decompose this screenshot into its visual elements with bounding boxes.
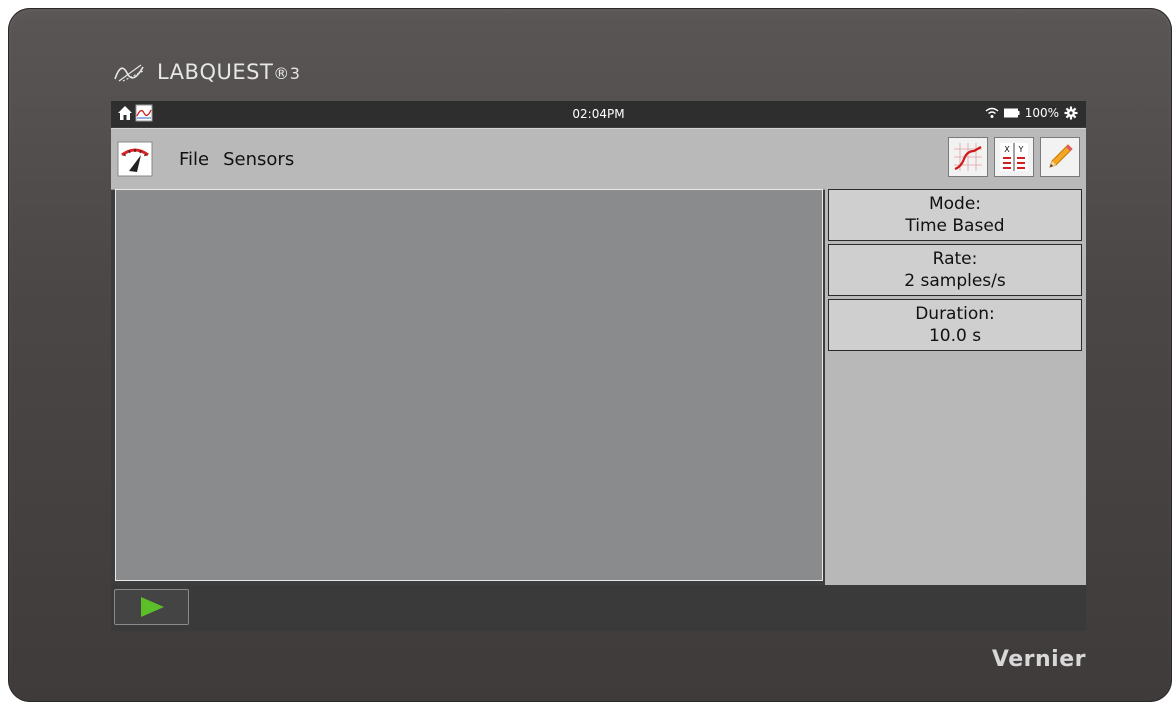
status-bar: 02:04PM 100% [111, 101, 1086, 127]
duration-value: 10.0 s [928, 326, 982, 346]
table-view-icon: X Y [1000, 143, 1028, 171]
notes-button[interactable] [1040, 137, 1080, 177]
device-screen: 02:04PM 100% File Sensors X Y Mode: Time… [111, 101, 1086, 631]
sensors-menu[interactable]: Sensors [223, 149, 294, 170]
vernier-wave-icon [114, 64, 144, 82]
graph-area[interactable] [115, 189, 823, 581]
toolbar: File Sensors X Y [111, 128, 1086, 190]
duration-label: Duration: [915, 304, 995, 324]
wifi-icon [985, 107, 999, 118]
file-menu[interactable]: File [179, 149, 209, 170]
duration-button[interactable]: Duration: 10.0 s [828, 299, 1082, 351]
brand-name: LABQUEST®3 [157, 60, 301, 84]
svg-text:X: X [1004, 145, 1010, 154]
labquest-logo: LABQUEST®3 [113, 52, 300, 92]
mode-value: Time Based [905, 216, 1005, 236]
battery-icon [1003, 108, 1020, 118]
play-icon [140, 597, 164, 617]
rate-button[interactable]: Rate: 2 samples/s [828, 244, 1082, 296]
graph-view-icon [954, 143, 982, 171]
table-view-button[interactable]: X Y [994, 137, 1034, 177]
notes-pencil-icon [1049, 144, 1073, 168]
meter-icon[interactable] [117, 141, 153, 177]
svg-text:Y: Y [1018, 145, 1024, 154]
rate-label: Rate: [932, 249, 978, 269]
vernier-logo: Vernier [991, 647, 1086, 672]
mode-button[interactable]: Mode: Time Based [828, 189, 1082, 241]
mode-label: Mode: [928, 194, 982, 214]
start-collection-button[interactable] [114, 589, 189, 625]
clock: 02:04PM [572, 107, 625, 121]
bottom-bar [111, 585, 1086, 631]
graph-view-button[interactable] [948, 137, 988, 177]
settings-gear-icon[interactable] [1064, 106, 1078, 120]
battery-level: 100% [1024, 106, 1059, 120]
rate-value: 2 samples/s [904, 271, 1006, 291]
settings-panel: Mode: Time Based Rate: 2 samples/s Durat… [825, 189, 1086, 585]
